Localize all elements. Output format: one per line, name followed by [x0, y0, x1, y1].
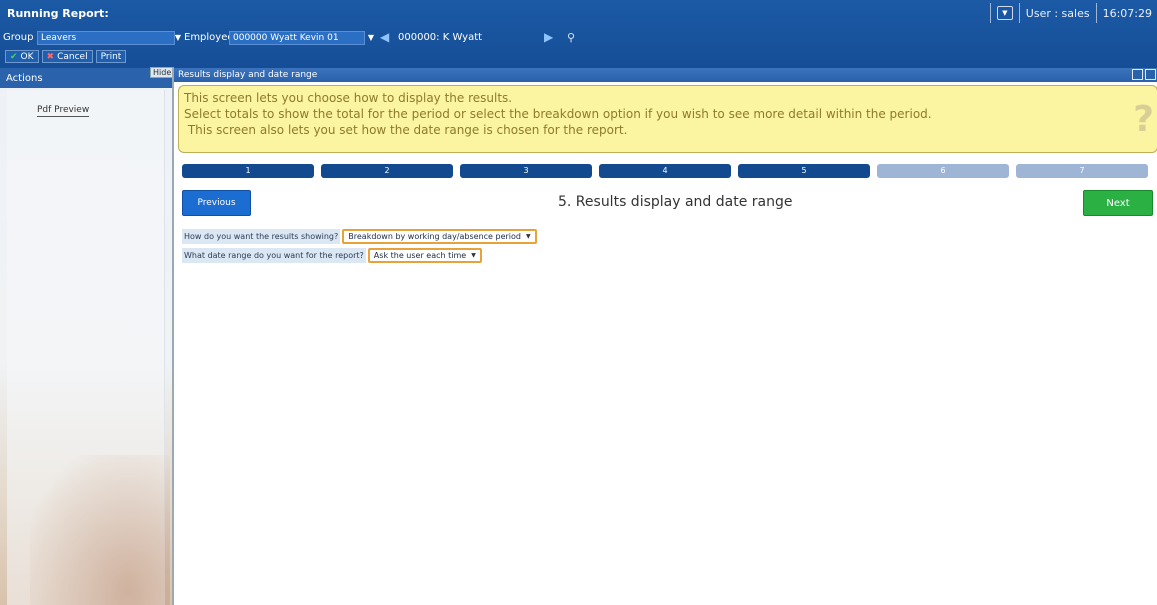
info-line: This screen lets you choose how to displ…: [184, 91, 513, 105]
check-icon: ✔: [10, 51, 18, 62]
question-results-display: How do you want the results showing? Bre…: [182, 229, 537, 244]
app-title: Running Report:: [7, 7, 109, 20]
actions-title: Actions: [6, 73, 43, 84]
step-2[interactable]: 2: [321, 164, 453, 178]
step-7[interactable]: 7: [1016, 164, 1148, 178]
action-buttons: ✔ OK ✖ Cancel Print: [5, 50, 127, 63]
divider: [1095, 3, 1097, 23]
select-value: Ask the user each time: [373, 251, 467, 260]
panel-header: Results display and date range: [174, 68, 1157, 82]
print-label: Print: [100, 51, 122, 62]
date-range-select[interactable]: Ask the user each time ▼: [367, 248, 482, 263]
step-6[interactable]: 6: [877, 164, 1009, 178]
info-line: Select totals to show the total for the …: [184, 107, 932, 121]
search-icon[interactable]: ⚲: [567, 31, 575, 44]
print-button[interactable]: Print: [95, 50, 127, 63]
divider: [1018, 3, 1020, 23]
top-right-status: ▼ User : sales 16:07:29: [984, 2, 1157, 24]
cancel-label: Cancel: [57, 51, 88, 62]
group-select[interactable]: Leavers ▼: [37, 31, 181, 45]
group-label: Group: [3, 32, 34, 43]
actions-panel: Actions Hide Pdf Preview: [0, 67, 175, 605]
next-employee-icon[interactable]: ▶: [544, 30, 553, 44]
question-date-range: What date range do you want for the repo…: [182, 248, 482, 263]
window-controls: [1132, 69, 1156, 80]
dropdown-menu-icon[interactable]: ▼: [996, 6, 1013, 20]
employee-value: 000000 Wyatt Kevin 01: [233, 33, 339, 43]
actions-header: Actions Hide: [0, 67, 175, 88]
main-panel: Results display and date range This scre…: [172, 68, 1157, 605]
question-label: What date range do you want for the repo…: [182, 248, 366, 263]
restore-icon[interactable]: [1132, 69, 1143, 80]
step-progress: 1 2 3 4 5 6 7: [182, 164, 1148, 178]
previous-employee-icon[interactable]: ◀: [380, 30, 389, 44]
employee-label: Employee: [184, 32, 234, 43]
cross-icon: ✖: [46, 51, 55, 62]
select-value: Breakdown by working day/absence period: [348, 232, 521, 241]
step-4[interactable]: 4: [599, 164, 731, 178]
help-icon[interactable]: ?: [1133, 102, 1154, 138]
previous-button[interactable]: Previous: [182, 190, 251, 216]
pdf-preview-link[interactable]: Pdf Preview: [37, 105, 90, 117]
ok-label: OK: [20, 51, 34, 62]
divider: [989, 3, 991, 23]
chevron-down-icon: ▼: [174, 33, 181, 42]
results-display-select[interactable]: Breakdown by working day/absence period …: [342, 229, 537, 244]
employee-display: 000000: K Wyatt: [398, 32, 483, 43]
group-value: Leavers: [41, 33, 77, 43]
filter-row: Group Leavers ▼ Employee 000000 Wyatt Ke…: [0, 30, 1157, 46]
panel-title: Results display and date range: [178, 70, 318, 80]
ok-button[interactable]: ✔ OK: [5, 50, 39, 63]
step-title: 5. Results display and date range: [558, 194, 793, 210]
chevron-down-icon: ▼: [471, 252, 476, 259]
chevron-down-icon: ▼: [525, 233, 531, 240]
background-landscape: [30, 455, 170, 605]
top-header: Running Report: ▼ User : sales 16:07:29 …: [0, 0, 1157, 68]
hide-button[interactable]: Hide: [150, 67, 175, 78]
cancel-button[interactable]: ✖ Cancel: [41, 50, 93, 63]
step-1[interactable]: 1: [182, 164, 314, 178]
chevron-down-icon: ▼: [367, 33, 374, 42]
question-label: How do you want the results showing?: [182, 229, 341, 244]
popout-icon[interactable]: [1145, 69, 1156, 80]
info-box: This screen lets you choose how to displ…: [178, 85, 1157, 153]
employee-select[interactable]: 000000 Wyatt Kevin 01 ▼: [229, 31, 374, 45]
step-5[interactable]: 5: [738, 164, 870, 178]
info-line: This screen also lets you set how the da…: [184, 123, 628, 137]
user-label: User : sales: [1025, 6, 1090, 20]
step-3[interactable]: 3: [460, 164, 592, 178]
next-button[interactable]: Next: [1083, 190, 1153, 216]
clock: 16:07:29: [1102, 6, 1152, 20]
